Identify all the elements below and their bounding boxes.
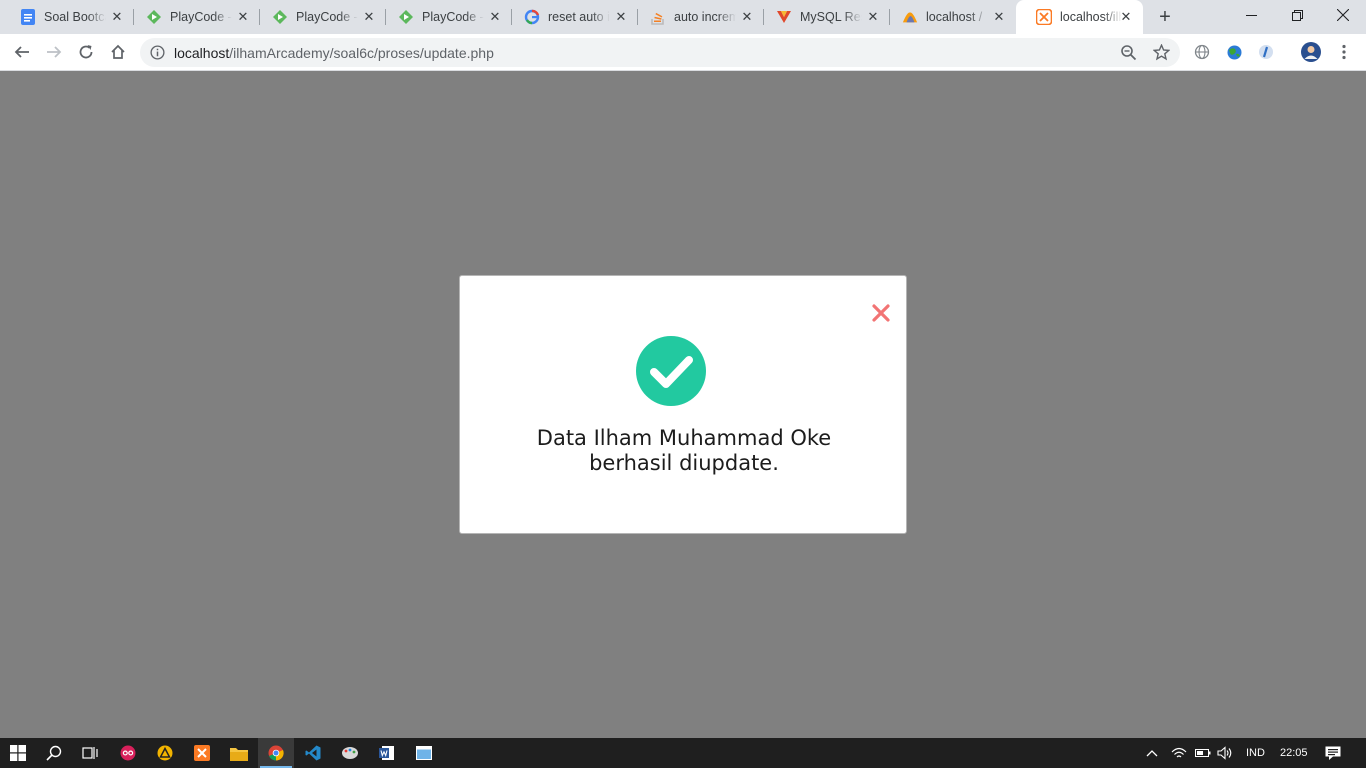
taskbar-word[interactable] <box>369 738 405 768</box>
notification-icon[interactable] <box>1325 738 1341 768</box>
triangle-app-icon <box>157 745 173 761</box>
task-view-button[interactable] <box>72 738 108 768</box>
reload-icon <box>79 45 93 59</box>
bookmark-star-icon[interactable] <box>1152 43 1171 66</box>
playcode-icon <box>146 9 162 25</box>
tab-6[interactable]: MySQL Res ✕ <box>756 0 890 34</box>
taskbar-app-paint[interactable] <box>332 738 368 768</box>
taskbar-chrome[interactable] <box>258 738 294 768</box>
url-host: localhost <box>174 45 230 61</box>
chrome-icon <box>268 745 284 761</box>
extension-idm-icon[interactable] <box>1254 40 1278 64</box>
taskbar-app-1[interactable] <box>110 738 146 768</box>
taskbar-app-2[interactable] <box>147 738 183 768</box>
search-button[interactable] <box>36 738 72 768</box>
profile-avatar[interactable] <box>1299 40 1323 64</box>
minimize-button[interactable] <box>1228 0 1274 30</box>
taskbar: IND 22:05 <box>0 738 1366 768</box>
modal-close-button[interactable] <box>870 302 892 324</box>
tab-title: localhost/ilh <box>1060 10 1122 24</box>
tab-title: PlayCode - <box>422 10 484 24</box>
language-indicator[interactable]: IND <box>1246 738 1265 768</box>
home-button[interactable] <box>106 40 130 64</box>
tab-close-icon[interactable]: ✕ <box>1119 10 1133 24</box>
word-icon <box>379 746 394 760</box>
info-icon[interactable] <box>150 45 165 60</box>
tab-title: localhost / <box>926 10 983 24</box>
tab-close-icon[interactable]: ✕ <box>614 10 628 24</box>
stackoverflow-icon <box>650 9 666 25</box>
success-modal: Data Ilham Muhammad Oke berhasil diupdat… <box>459 275 907 534</box>
success-check-icon <box>635 335 707 407</box>
folder-icon <box>230 747 248 761</box>
windows-logo-icon <box>10 745 26 761</box>
taskbar-file-explorer[interactable] <box>221 738 257 768</box>
tab-3[interactable]: PlayCode - ✕ <box>378 0 512 34</box>
tab-close-icon[interactable]: ✕ <box>236 10 250 24</box>
restore-button[interactable] <box>1274 0 1320 30</box>
address-bar[interactable]: localhost/ilhamArcademy/soal6c/proses/up… <box>140 38 1180 67</box>
tab-5[interactable]: auto increm ✕ <box>630 0 764 34</box>
tab-1[interactable]: PlayCode - ✕ <box>126 0 260 34</box>
tab-title: reset auto in <box>548 10 610 24</box>
tab-strip: Soal Bootcamp ✕ PlayCode - ✕ PlayCode - … <box>0 0 1366 34</box>
arrow-left-icon <box>14 46 29 58</box>
google-icon <box>524 9 540 25</box>
tab-title: MySQL Res <box>800 10 862 24</box>
url-text: localhost/ilhamArcademy/soal6c/proses/up… <box>174 45 494 61</box>
url-path: /ilhamArcademy/soal6c/proses/update.php <box>229 45 494 61</box>
oo-app-icon <box>120 745 136 761</box>
taskbar-app-window[interactable] <box>406 738 442 768</box>
reload-button[interactable] <box>74 40 98 64</box>
tab-close-icon[interactable]: ✕ <box>866 10 880 24</box>
tab-title: Soal Bootcamp <box>44 10 106 24</box>
taskbar-vscode[interactable] <box>295 738 331 768</box>
playcode-icon <box>398 9 414 25</box>
extension-globe-icon[interactable] <box>1190 40 1214 64</box>
close-window-button[interactable] <box>1320 0 1366 30</box>
zoom-icon[interactable] <box>1120 44 1137 66</box>
browser-toolbar: localhost/ilhamArcademy/soal6c/proses/up… <box>0 34 1366 71</box>
tab-close-icon[interactable]: ✕ <box>992 10 1006 24</box>
volume-icon[interactable] <box>1217 738 1233 768</box>
tab-4[interactable]: reset auto in ✕ <box>504 0 638 34</box>
phpmyadmin-icon <box>902 9 918 25</box>
tab-title: PlayCode - <box>170 10 232 24</box>
forward-button[interactable] <box>42 40 66 64</box>
taskbar-xampp[interactable] <box>184 738 220 768</box>
tab-8-active[interactable]: localhost/ilh ✕ <box>1016 0 1143 34</box>
paint-app-icon <box>342 747 358 759</box>
search-icon <box>46 745 62 761</box>
task-view-icon <box>82 747 98 759</box>
tab-0[interactable]: Soal Bootcamp ✕ <box>0 0 134 34</box>
wifi-icon[interactable] <box>1171 738 1187 768</box>
tab-close-icon[interactable]: ✕ <box>362 10 376 24</box>
battery-icon[interactable] <box>1195 738 1211 768</box>
new-tab-button[interactable]: + <box>1155 7 1175 27</box>
mysql-icon <box>776 9 792 25</box>
close-icon <box>872 304 890 322</box>
xampp-icon <box>194 745 210 761</box>
playcode-icon <box>272 9 288 25</box>
start-button[interactable] <box>0 738 36 768</box>
tab-close-icon[interactable]: ✕ <box>110 10 124 24</box>
window-app-icon <box>416 746 432 760</box>
clock[interactable]: 22:05 <box>1280 738 1308 768</box>
xampp-icon <box>1036 9 1052 25</box>
back-button[interactable] <box>10 40 34 64</box>
home-icon <box>111 44 125 59</box>
menu-kebab-icon[interactable] <box>1332 40 1356 64</box>
tab-7[interactable]: localhost / ✕ <box>882 0 1016 34</box>
tab-title: auto increm <box>674 10 736 24</box>
arrow-right-icon <box>47 46 62 58</box>
extension-earth-icon[interactable] <box>1222 40 1246 64</box>
vscode-icon <box>305 745 321 761</box>
docs-icon <box>20 9 36 25</box>
tab-2[interactable]: PlayCode - ✕ <box>252 0 386 34</box>
tray-chevron-icon[interactable] <box>1146 738 1158 768</box>
modal-message: Data Ilham Muhammad Oke berhasil diupdat… <box>536 426 832 475</box>
tab-close-icon[interactable]: ✕ <box>488 10 502 24</box>
tab-title: PlayCode - <box>296 10 358 24</box>
tab-close-icon[interactable]: ✕ <box>740 10 754 24</box>
